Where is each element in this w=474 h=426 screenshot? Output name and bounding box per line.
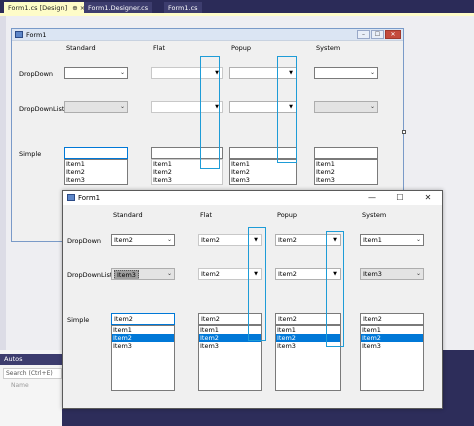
list-item[interactable]: Item3 (230, 176, 296, 184)
chevron-down-icon: ⌄ (119, 69, 125, 76)
row-label-dropdownlist: DropDownList (67, 271, 113, 279)
design-dropdownlist-system[interactable]: ⌄ (314, 101, 378, 113)
list-item-selected[interactable]: Item2 (112, 334, 174, 342)
combo-value: Item3 (363, 270, 382, 278)
simple-standard-text[interactable]: Item2 (111, 313, 175, 325)
column-header-flat: Flat (153, 44, 166, 52)
design-form-title: Form1 (26, 31, 47, 39)
design-simple-system-list[interactable]: Item1 Item2 Item3 (314, 159, 378, 185)
design-dropdownlist-standard[interactable]: ⌄ (64, 101, 128, 113)
simple-system-text[interactable]: Item2 (360, 313, 424, 325)
combo-value: Item2 (201, 236, 220, 244)
column-header-system: System (316, 44, 341, 52)
list-item[interactable]: Item3 (199, 342, 261, 350)
list-item[interactable]: Item3 (361, 342, 423, 350)
chevron-down-icon: ⌄ (369, 103, 375, 110)
document-tab-bar: Form1.cs [Design] ⊕ × Form1.Designer.cs … (0, 0, 474, 14)
column-header-flat: Flat (200, 211, 213, 219)
highlight-popup-arrow-design (277, 56, 297, 163)
list-item[interactable]: Item3 (65, 176, 127, 184)
list-item[interactable]: Item1 (315, 160, 377, 168)
column-header-popup: Popup (231, 44, 252, 52)
design-simple-system-text[interactable] (314, 147, 378, 159)
minimize-button[interactable]: — (358, 191, 386, 205)
list-item[interactable]: Item2 (230, 168, 296, 176)
tab-label: Form1.cs [Design] (8, 4, 68, 12)
combo-value: Item1 (363, 236, 382, 244)
row-label-dropdown: DropDown (19, 70, 54, 78)
design-dropdown-standard[interactable]: ⌄ (64, 67, 128, 79)
combo-selected-value: Item3 (114, 270, 139, 279)
runtime-form-title: Form1 (78, 194, 101, 202)
design-simple-standard-list[interactable]: Item1 Item2 Item3 (64, 159, 128, 185)
maximize-icon: ☐ (371, 30, 384, 39)
autos-name-column: Name (11, 382, 29, 389)
minimize-icon: – (357, 30, 370, 39)
row-label-simple: Simple (67, 316, 90, 324)
simple-standard-list[interactable]: Item1 Item2 Item3 (111, 325, 175, 391)
highlight-flat-arrow-runtime (248, 227, 266, 341)
chevron-down-icon: ⌄ (369, 69, 375, 76)
close-icon: ✕ (385, 30, 401, 39)
design-form-titlebar: Form1 – ☐ ✕ (12, 29, 403, 41)
runtime-form-window[interactable]: Form1 — ☐ ✕ Standard Flat Popup System Dro… (62, 190, 443, 409)
dropdown-standard[interactable]: Item2 ⌄ (111, 234, 175, 246)
column-header-system: System (362, 211, 387, 219)
list-item[interactable]: Item3 (152, 176, 222, 184)
resize-handle[interactable] (402, 130, 406, 134)
column-header-popup: Popup (277, 211, 298, 219)
list-item-selected[interactable]: Item2 (361, 334, 423, 342)
chevron-down-icon: ⌄ (415, 236, 421, 243)
autos-panel-title: Autos (0, 354, 62, 365)
design-simple-standard-text[interactable] (64, 147, 128, 159)
list-item[interactable]: Item1 (112, 326, 174, 334)
highlight-flat-arrow-design (200, 56, 220, 169)
row-label-dropdown: DropDown (67, 237, 102, 245)
window-controls: — ☐ ✕ (358, 191, 442, 205)
chevron-down-icon: ⌄ (166, 236, 172, 243)
chevron-down-icon: ⌄ (119, 103, 125, 110)
close-button[interactable]: ✕ (414, 191, 442, 205)
runtime-form-titlebar: Form1 — ☐ ✕ (63, 191, 442, 205)
autos-search-input[interactable]: Search (Ctrl+E) (3, 368, 62, 379)
tab-label: Form1.Designer.cs (88, 4, 149, 12)
dropdownlist-standard[interactable]: Item3 ⌄ (111, 268, 175, 280)
chevron-down-icon: ⌄ (166, 270, 172, 277)
tab-label: Form1.cs (168, 4, 198, 12)
row-label-dropdownlist: DropDownList (19, 105, 65, 113)
form-icon (67, 194, 75, 201)
maximize-button[interactable]: ☐ (386, 191, 414, 205)
list-item[interactable]: Item2 (315, 168, 377, 176)
design-form-window-buttons: – ☐ ✕ (356, 30, 401, 39)
combo-value: Item2 (278, 236, 297, 244)
list-item[interactable]: Item3 (315, 176, 377, 184)
dropdown-system[interactable]: Item1 ⌄ (360, 234, 424, 246)
dropdownlist-system[interactable]: Item3 ⌄ (360, 268, 424, 280)
list-item[interactable]: Item2 (152, 168, 222, 176)
list-item[interactable]: Item3 (112, 342, 174, 350)
list-item[interactable]: Item1 (361, 326, 423, 334)
list-item[interactable]: Item2 (65, 168, 127, 176)
designer-left-margin (0, 16, 6, 350)
combo-value: Item2 (278, 270, 297, 278)
combo-value: Item2 (114, 236, 133, 244)
chevron-down-icon: ⌄ (415, 270, 421, 277)
design-dropdown-system[interactable]: ⌄ (314, 67, 378, 79)
column-header-standard: Standard (113, 211, 143, 219)
combo-value: Item2 (201, 270, 220, 278)
simple-system-list[interactable]: Item1 Item2 Item3 (360, 325, 424, 391)
row-label-simple: Simple (19, 150, 42, 158)
column-header-standard: Standard (66, 44, 96, 52)
list-item[interactable]: Item1 (65, 160, 127, 168)
highlight-popup-arrow-runtime (326, 231, 344, 347)
form-icon (15, 31, 23, 38)
